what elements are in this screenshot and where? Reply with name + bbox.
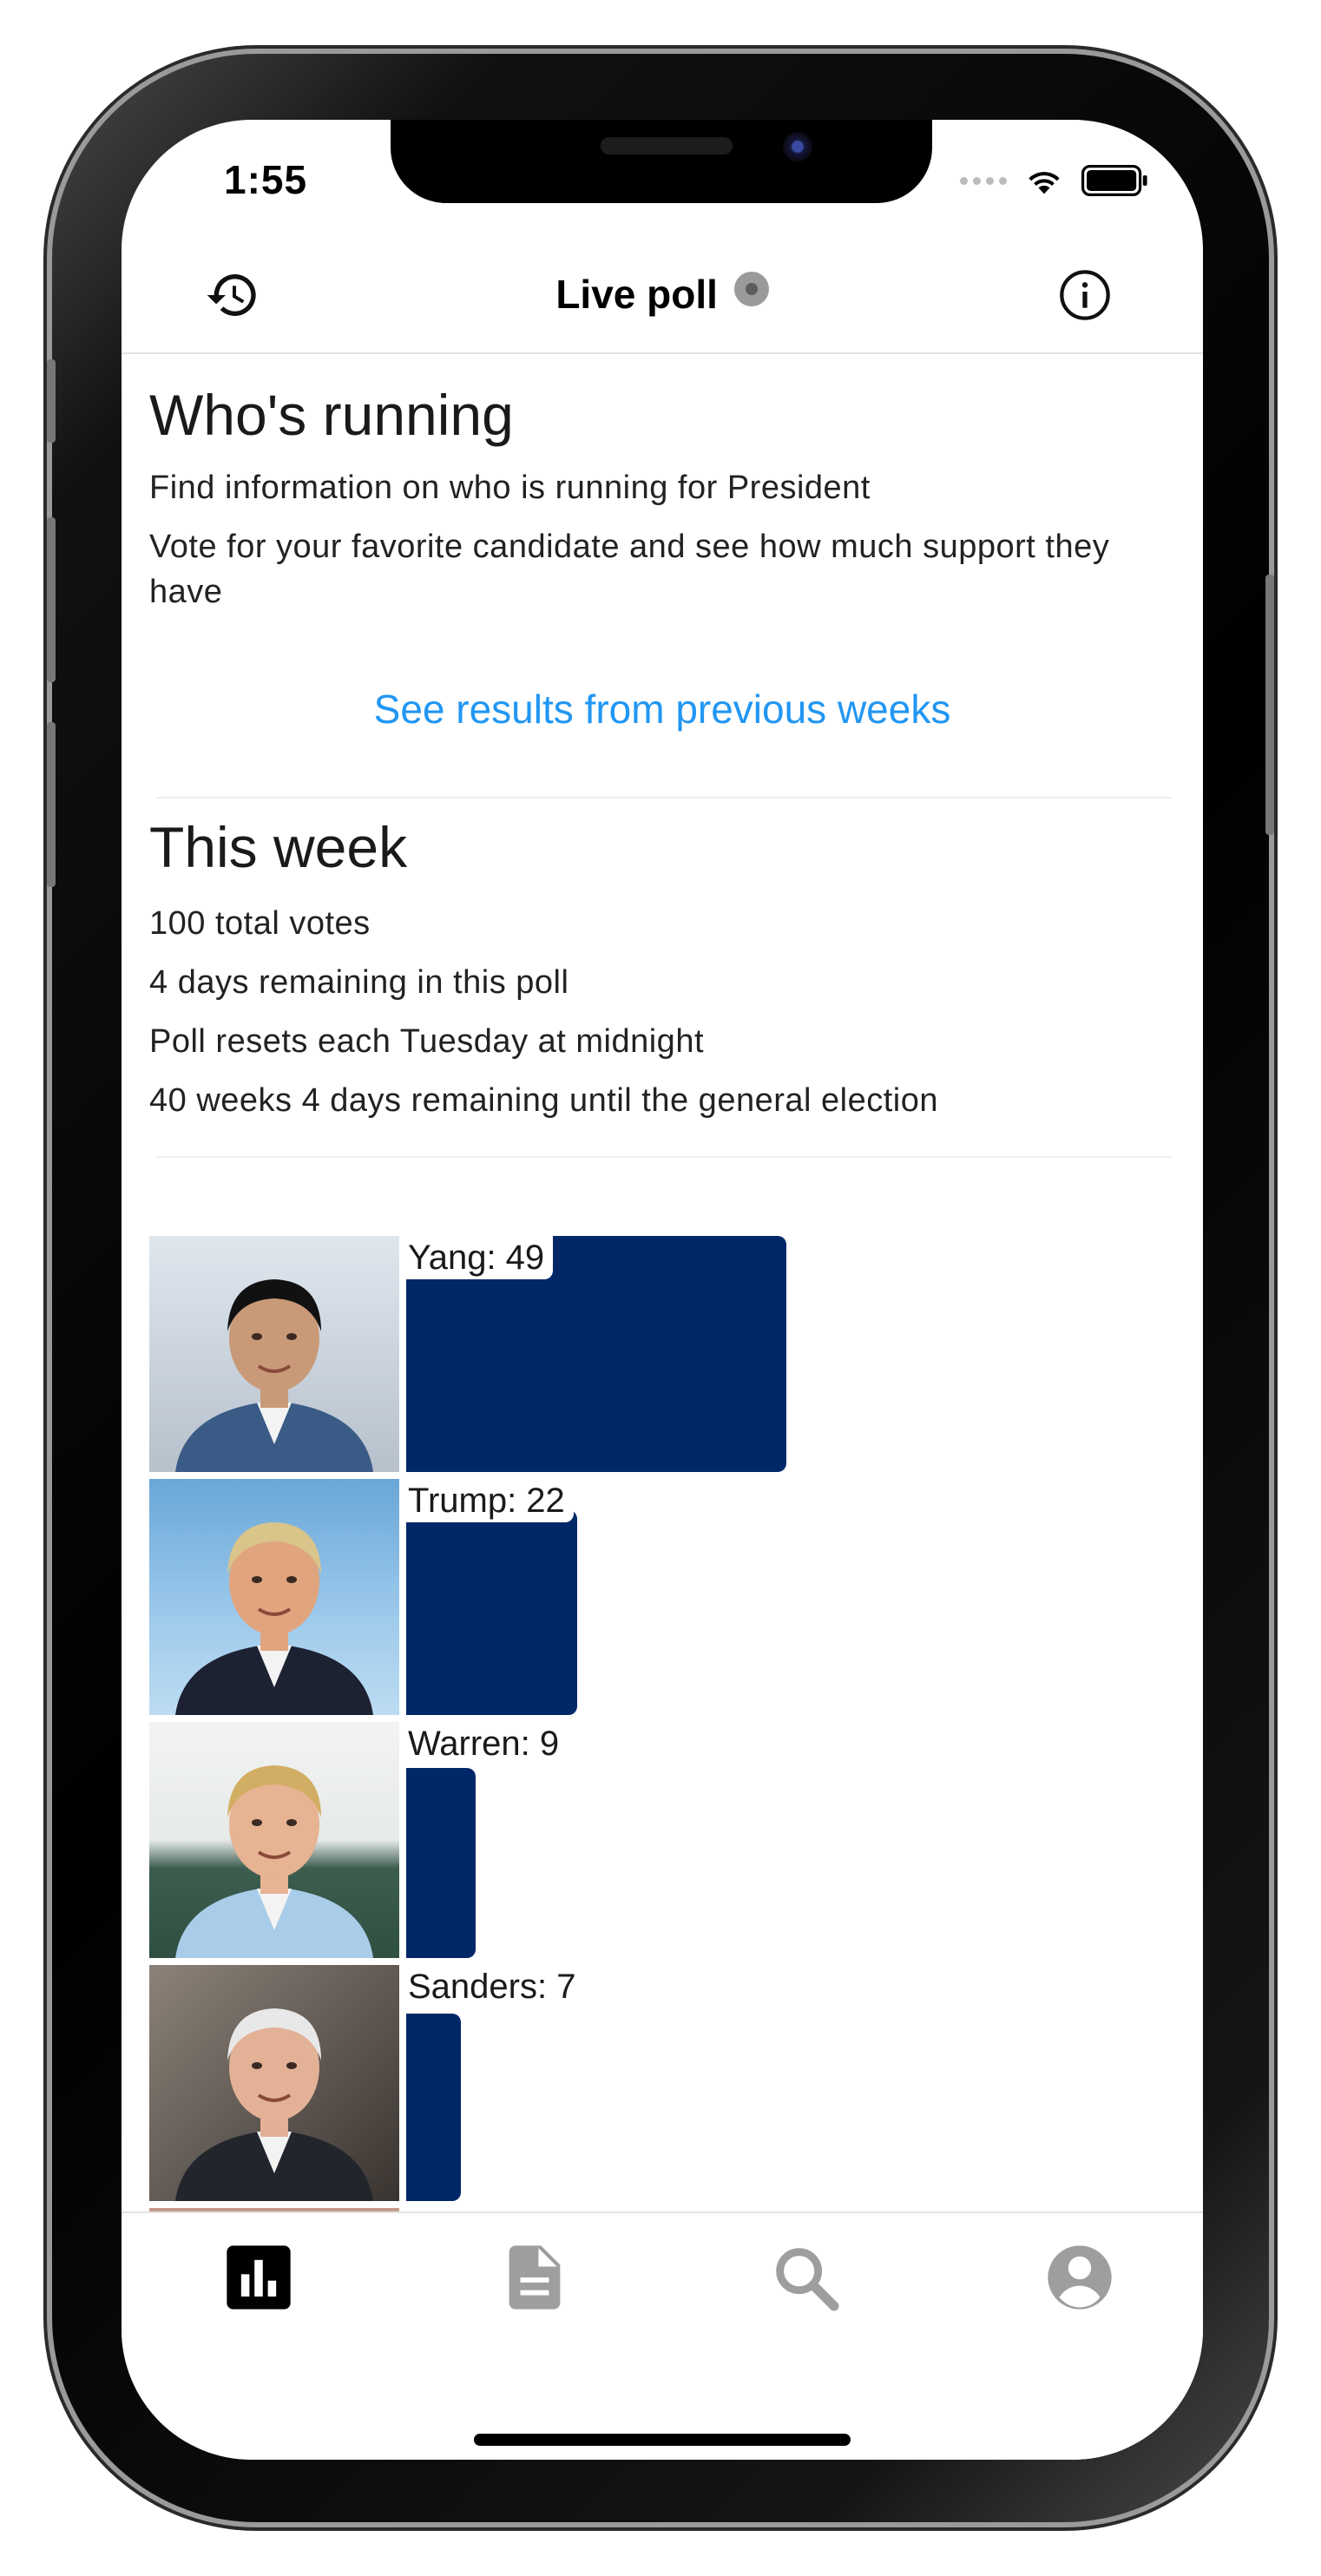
wifi-icon: [1029, 172, 1060, 194]
vote-bar-warren: [406, 1768, 476, 1958]
candidate-row-trump[interactable]: Trump: 22: [149, 1479, 1173, 1715]
poll-reset-info: Poll resets each Tuesday at midnight: [149, 1023, 705, 1060]
document-icon[interactable]: [496, 2239, 573, 2316]
page-title-text: Live poll: [555, 272, 718, 317]
search-icon[interactable]: [767, 2239, 844, 2316]
candidate-photo[interactable]: [149, 1236, 399, 1472]
volume-down-button: [47, 722, 56, 887]
candidate-row-warren[interactable]: Warren: 9: [149, 1722, 1173, 1958]
divider: [156, 797, 1172, 798]
candidate-photo[interactable]: [149, 1479, 399, 1715]
page-title: Live poll: [122, 271, 1203, 318]
intro-heading: Who's running: [149, 383, 514, 447]
cellular-signal-icon: [960, 176, 1007, 185]
vote-label: Yang: 49: [406, 1236, 554, 1279]
election-countdown: 40 weeks 4 days remaining until the gene…: [149, 1082, 938, 1119]
silent-switch: [47, 359, 56, 443]
vote-label: Trump: 22: [406, 1479, 574, 1522]
volume-up-button: [47, 517, 56, 682]
candidate-photo[interactable]: [149, 1965, 399, 2201]
vote-label: Warren: 9: [406, 1722, 568, 1765]
status-icons: [960, 163, 1149, 198]
power-button: [1265, 575, 1274, 835]
week-heading: This week: [149, 815, 408, 879]
account-icon[interactable]: [1042, 2239, 1118, 2316]
divider: [156, 1156, 1172, 1158]
vote-label: Sanders: 7: [406, 1965, 585, 2008]
home-indicator[interactable]: [474, 2434, 851, 2446]
content-scroll[interactable]: Who's running Find information on who is…: [122, 354, 1203, 2211]
vote-label: Biden: 3: [406, 2208, 544, 2211]
vote-bar-sanders: [406, 2014, 461, 2201]
intro-line-1: Find information on who is running for P…: [149, 470, 871, 506]
days-remaining: 4 days remaining in this poll: [149, 964, 569, 1001]
bar-chart-icon[interactable]: [220, 2239, 297, 2316]
tab-bar: [122, 2211, 1203, 2460]
candidate-photo[interactable]: [149, 1722, 399, 1958]
notch: [391, 120, 932, 203]
screen: 1:55 Live poll Who's running Find inform…: [122, 120, 1203, 2460]
previous-weeks-link[interactable]: See results from previous weeks: [122, 686, 1203, 733]
speaker: [601, 137, 733, 154]
live-indicator-icon: [733, 272, 769, 306]
intro-line-2: Vote for your favorite candidate and see…: [149, 529, 1110, 610]
front-camera: [783, 132, 812, 161]
total-votes: 100 total votes: [149, 905, 371, 942]
vote-bar-trump: [406, 1510, 577, 1715]
candidate-row-sanders[interactable]: Sanders: 7: [149, 1965, 1173, 2201]
candidate-row-yang[interactable]: Yang: 49: [149, 1236, 1173, 1472]
status-time: 1:55: [224, 157, 308, 202]
navigation-header: Live poll: [122, 233, 1203, 354]
info-icon[interactable]: [1057, 267, 1113, 323]
battery-icon: [1081, 165, 1147, 196]
